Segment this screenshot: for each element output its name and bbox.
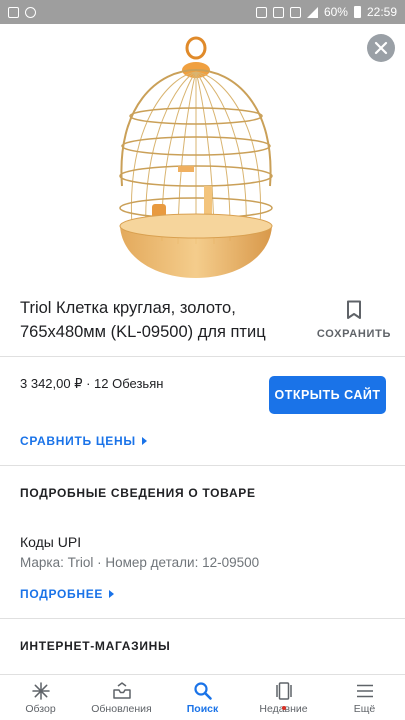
price-line: 3 342,00 ₽ · 12 Обезьян — [20, 376, 164, 391]
product-title: Triol Клетка круглая, золото, 765x480мм … — [20, 299, 266, 341]
battery-icon — [353, 6, 361, 18]
nav-more-label: Ещё — [353, 702, 376, 715]
divider — [0, 618, 405, 619]
close-button[interactable] — [367, 34, 395, 62]
notification-dot — [281, 706, 286, 710]
product-title-row: Triol Клетка круглая, золото, 765x480мм … — [20, 296, 390, 344]
details-heading: ПОДРОБНЫЕ СВЕДЕНИЯ О ТОВАРЕ — [20, 486, 256, 500]
search-icon — [193, 681, 212, 700]
nav-overview-label: Обзор — [25, 702, 56, 715]
stores-heading: ИНТЕРНЕТ-МАГАЗИНЫ — [20, 639, 171, 653]
battery-percent: 60% — [323, 5, 348, 19]
save-label: СОХРАНИТЬ — [316, 328, 392, 340]
chevron-right-icon — [109, 590, 115, 598]
wifi-icon — [272, 6, 284, 18]
nav-recent[interactable]: Недавние — [243, 675, 324, 720]
nav-updates[interactable]: Обновления — [81, 675, 162, 720]
nav-more[interactable]: Ещё — [324, 675, 405, 720]
nav-updates-label: Обновления — [91, 702, 152, 715]
more-label: ПОДРОБНЕЕ — [20, 587, 104, 601]
compare-prices-link[interactable]: СРАВНИТЬ ЦЕНЫ — [20, 434, 147, 448]
inbox-icon — [112, 681, 131, 699]
nav-search-label: Поиск — [186, 702, 219, 715]
close-icon — [374, 41, 388, 55]
more-link[interactable]: ПОДРОБНЕЕ — [20, 587, 115, 601]
notification-icon — [25, 6, 36, 18]
status-bar: 60% 22:59 — [0, 0, 405, 24]
chevron-right-icon — [141, 437, 147, 445]
upi-title: Коды UPI — [20, 534, 82, 550]
product-image — [119, 36, 273, 278]
gallery-icon — [8, 6, 19, 18]
bottom-nav: Обзор Обновления Поиск Недавние Ещё — [0, 674, 405, 720]
sim-icon — [289, 6, 301, 18]
signal-icon — [306, 6, 318, 18]
nav-overview[interactable]: Обзор — [0, 675, 81, 720]
product-image-area — [0, 24, 405, 286]
divider — [0, 356, 405, 357]
divider — [0, 465, 405, 466]
compare-prices-label: СРАВНИТЬ ЦЕНЫ — [20, 434, 136, 448]
save-button[interactable]: СОХРАНИТЬ — [316, 296, 392, 344]
open-site-button[interactable]: ОТКРЫТЬ САЙТ — [269, 376, 386, 414]
data-icon — [255, 6, 267, 18]
bookmark-icon — [347, 300, 361, 319]
nav-search[interactable]: Поиск — [162, 675, 243, 720]
asterisk-icon — [31, 681, 50, 700]
recent-cards-icon — [275, 681, 292, 700]
menu-icon — [356, 684, 373, 697]
upi-detail: Марка: Triol · Номер детали: 12-09500 — [20, 555, 260, 570]
clock: 22:59 — [366, 5, 397, 19]
